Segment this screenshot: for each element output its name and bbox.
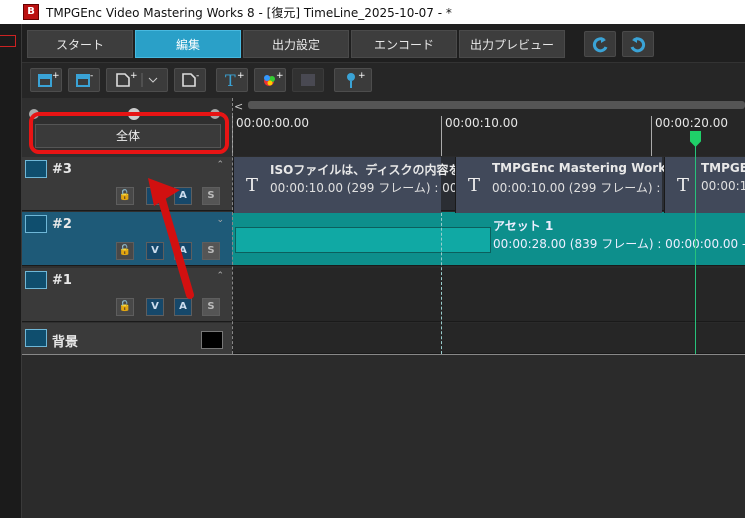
tab-output-settings[interactable]: 出力設定 xyxy=(243,30,349,58)
track-lane-background[interactable] xyxy=(232,323,745,354)
add-text-button[interactable]: T + xyxy=(216,68,248,92)
text-clip[interactable]: T TMPGEr 00:00:10 xyxy=(664,157,745,213)
track-name: #3 xyxy=(52,162,72,177)
tab-output-preview[interactable]: 出力プレビュー xyxy=(459,30,565,58)
text-clip[interactable]: T ISOファイルは、ディスクの内容を保 00:00:10.00 (299 フレ… xyxy=(233,157,472,213)
clip-name: TMPGEr xyxy=(701,161,745,175)
background-color-swatch[interactable] xyxy=(201,331,223,349)
text-icon: T xyxy=(677,175,690,196)
track-name: 背景 xyxy=(52,335,79,350)
collapse-icon[interactable]: ⌃ xyxy=(216,271,224,281)
text-clip[interactable]: T TMPGEnc Mastering Works 00:00:10.00 (2… xyxy=(455,157,679,213)
text-icon: T xyxy=(468,175,481,196)
ruler-label: 00:00:00.00 xyxy=(236,116,309,130)
film-icon xyxy=(301,74,315,86)
track-header-3[interactable]: #3 ⌃ 🔓 V A S xyxy=(22,157,232,211)
track-lane-1[interactable] xyxy=(232,268,745,322)
text-icon: T + xyxy=(225,71,245,90)
undo-icon xyxy=(592,37,608,53)
track-header-1[interactable]: #1 ⌃ 🔓 V A S xyxy=(22,268,232,322)
svg-text:T: T xyxy=(225,71,236,90)
collapse-icon[interactable]: ⌄ xyxy=(216,215,224,225)
svg-text:-: - xyxy=(90,71,93,81)
left-panel-tab[interactable] xyxy=(0,35,16,47)
eye-icon[interactable] xyxy=(25,160,47,178)
track-name: #1 xyxy=(52,273,72,288)
svg-text:+: + xyxy=(237,71,245,81)
track-name: #2 xyxy=(52,217,72,232)
clip-name: アセット 1 xyxy=(493,219,554,233)
lock-icon[interactable]: 🔓 xyxy=(116,187,134,205)
ruler-tick xyxy=(651,116,652,156)
edit-toolbar: + - + - T + + + xyxy=(22,62,745,98)
svg-text:-: - xyxy=(196,71,199,81)
disabled-tool-button[interactable] xyxy=(292,68,324,92)
app-icon: B xyxy=(23,4,39,20)
ruler-tick xyxy=(441,116,442,156)
clip-duration: 00:00:10.00 (299 フレーム) : 00 xyxy=(492,181,680,195)
video-toggle[interactable]: V xyxy=(146,298,164,316)
add-track-icon: + xyxy=(38,71,60,87)
add-effect-button[interactable]: + xyxy=(254,68,286,92)
solo-toggle[interactable]: S xyxy=(202,298,220,316)
add-marker-button[interactable]: + xyxy=(334,68,372,92)
tab-edit[interactable]: 編集 xyxy=(135,30,241,58)
add-clip-button[interactable]: + xyxy=(106,68,168,92)
track-header-2[interactable]: #2 ⌄ 🔓 V A S xyxy=(22,212,232,266)
svg-text:+: + xyxy=(276,71,284,81)
audio-toggle[interactable]: A xyxy=(174,298,192,316)
annotation-highlight-box xyxy=(29,112,229,154)
asset-clip-thumb[interactable] xyxy=(235,227,491,253)
title-bar: B TMPGEnc Video Mastering Works 8 - [復元]… xyxy=(0,0,745,24)
add-track-button[interactable]: + xyxy=(30,68,62,92)
scroll-left-icon[interactable]: < xyxy=(234,100,243,113)
clip-name: TMPGEnc Mastering Works xyxy=(492,161,674,175)
clip-duration: 00:00:10.00 (299 フレーム) : 00 xyxy=(270,181,458,195)
annotation-arrow xyxy=(148,178,194,299)
pin-icon: + xyxy=(347,71,366,88)
clip-name: ISOファイルは、ディスクの内容を保 xyxy=(270,163,473,177)
solo-toggle[interactable]: S xyxy=(202,242,220,260)
clip-duration: 00:00:28.00 (839 フレーム) : 00:00:00.00 - 0… xyxy=(493,237,745,251)
guide-line xyxy=(441,213,442,354)
lock-icon[interactable]: 🔓 xyxy=(116,298,134,316)
svg-text:+: + xyxy=(358,71,366,81)
ruler-label: 00:00:10.00 xyxy=(445,116,518,130)
window-title: TMPGEnc Video Mastering Works 8 - [復元] T… xyxy=(46,6,452,20)
add-clip-icon: + xyxy=(116,71,158,87)
eye-icon[interactable] xyxy=(25,215,47,233)
remove-clip-icon: - xyxy=(182,71,199,87)
timeline-start-line xyxy=(232,98,233,354)
undo-button[interactable] xyxy=(584,31,616,57)
playhead-line[interactable] xyxy=(695,132,696,354)
eye-icon[interactable] xyxy=(25,271,47,289)
left-panel-strip xyxy=(0,24,22,518)
timeline-scrollbar[interactable] xyxy=(248,101,745,109)
redo-icon xyxy=(630,37,646,53)
remove-track-button[interactable]: - xyxy=(68,68,100,92)
clip-duration: 00:00:10 xyxy=(701,179,745,193)
remove-clip-button[interactable]: - xyxy=(174,68,206,92)
color-wheel-icon: + xyxy=(264,71,284,86)
collapse-icon[interactable]: ⌃ xyxy=(216,160,224,170)
empty-timeline-area xyxy=(22,354,745,518)
ruler-label: 00:00:20.00 xyxy=(655,116,728,130)
svg-text:+: + xyxy=(52,71,60,81)
remove-track-icon: - xyxy=(76,71,93,87)
lock-icon[interactable]: 🔓 xyxy=(116,242,134,260)
tab-encode[interactable]: エンコード xyxy=(351,30,457,58)
redo-button[interactable] xyxy=(622,31,654,57)
main-tab-bar: スタート 編集 出力設定 エンコード 出力プレビュー xyxy=(22,24,745,62)
tab-start[interactable]: スタート xyxy=(27,30,133,58)
solo-toggle[interactable]: S xyxy=(202,187,220,205)
text-icon: T xyxy=(246,175,259,196)
eye-icon[interactable] xyxy=(25,329,47,347)
svg-text:+: + xyxy=(130,71,138,81)
